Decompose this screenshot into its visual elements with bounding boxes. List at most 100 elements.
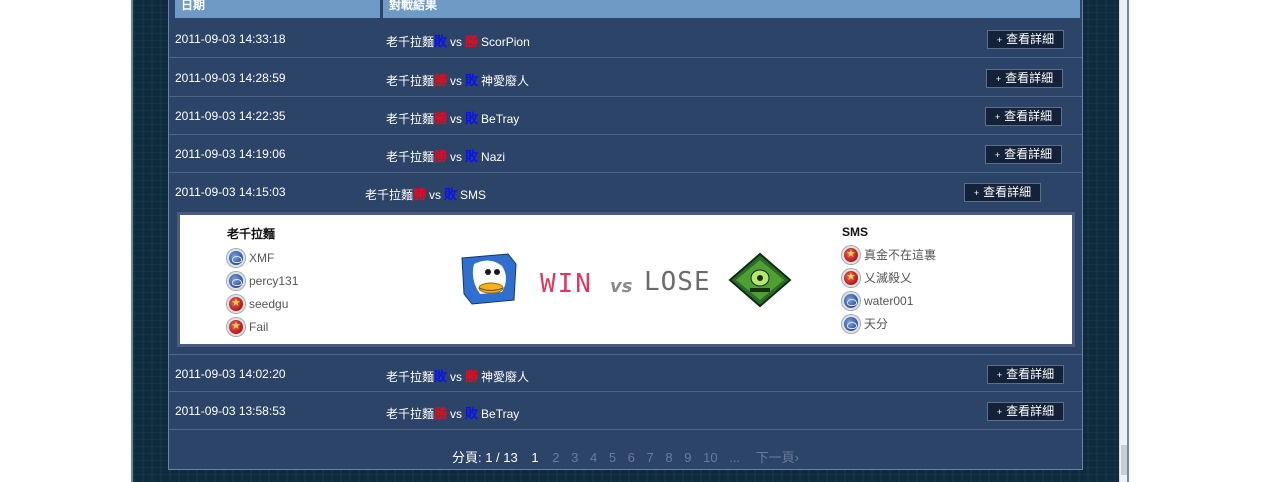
opponent-name: BeTray <box>481 112 520 126</box>
match-result: 老千拉麵勝 vs 敗 BeTray <box>386 108 519 127</box>
player-name: 老千拉麵 <box>386 74 435 88</box>
win-label: WIN <box>540 269 593 299</box>
opponent-result-mark: 勝 <box>465 369 479 384</box>
player-name[interactable]: 乂滅殺乂 <box>864 269 912 286</box>
opponent-name: ScorPion <box>481 35 530 49</box>
red-faction-icon <box>227 317 245 336</box>
pagination-label: 分頁: <box>451 450 482 465</box>
view-details-button[interactable]: + 查看詳細 <box>985 145 1062 164</box>
player-result-mark: 勝 <box>434 149 448 164</box>
player-name[interactable]: XMF <box>249 251 274 265</box>
red-faction-icon <box>842 268 860 287</box>
left-team-name: 老千拉麵 <box>227 227 276 241</box>
player-name[interactable]: seedgu <box>249 297 288 311</box>
player-result-mark: 勝 <box>434 73 448 88</box>
lose-label: LOSE <box>644 267 711 297</box>
table-row: 2011-09-03 14:33:18 老千拉麵敗 vs 勝 ScorPion + 查看… <box>169 20 1082 58</box>
match-date: 2011-09-03 14:33:18 <box>175 32 286 46</box>
vs-banner-label: vs <box>610 276 633 297</box>
view-details-button[interactable]: + 查看詳細 <box>987 402 1064 421</box>
match-date: 2011-09-03 14:02:20 <box>175 367 286 381</box>
vs-label: vs <box>450 112 463 126</box>
blue-faction-icon <box>842 314 860 333</box>
opponent-result-mark: 敗 <box>444 187 458 202</box>
view-details-button[interactable]: + 查看詳細 <box>987 30 1064 49</box>
match-date: 2011-09-03 14:19:06 <box>175 147 286 161</box>
vertical-scrollbar[interactable] <box>1119 0 1127 482</box>
page-link[interactable]: 4 <box>590 450 597 465</box>
player-name[interactable]: Fail <box>249 320 268 334</box>
match-date: 2011-09-03 13:58:53 <box>175 404 286 418</box>
player-name: 老千拉麵 <box>386 150 435 164</box>
player-result-mark: 勝 <box>413 187 427 202</box>
table-row: 2011-09-03 14:28:59 老千拉麵勝 vs 敗神愛廢人 + 查看詳細 <box>169 59 1082 97</box>
header-result: 對戰結果 <box>383 0 1080 18</box>
left-team-logo-icon <box>461 253 517 305</box>
next-page-link[interactable]: 下一頁› <box>756 450 799 465</box>
team-player: 乂滅殺乂 <box>842 266 936 289</box>
table-row: 2011-09-03 14:22:35 老千拉麵勝 vs 敗 BeTray + 查看詳細 <box>169 97 1082 135</box>
view-details-button[interactable]: + 查看詳細 <box>986 69 1063 88</box>
view-details-button[interactable]: + 查看詳細 <box>987 365 1064 384</box>
player-name[interactable]: water001 <box>864 294 913 308</box>
match-result-banner: WIN vs LOSE <box>461 252 792 308</box>
match-result: 老千拉麵敗 vs 勝神愛廢人 <box>386 366 529 385</box>
page-link[interactable]: 5 <box>609 450 616 465</box>
team-player: Fail <box>227 315 298 338</box>
plus-icon: + <box>973 188 980 198</box>
page-ellipsis: ... <box>729 450 741 465</box>
page-link[interactable]: 6 <box>628 450 635 465</box>
opponent-name: BeTray <box>481 407 520 421</box>
plus-icon: + <box>996 35 1003 45</box>
player-name[interactable]: 真金不在這裏 <box>864 246 936 263</box>
player-name: 老千拉麵 <box>365 188 414 202</box>
match-result: 老千拉麵勝 vs 敗 BeTray <box>386 403 519 422</box>
opponent-result-mark: 敗 <box>465 111 479 126</box>
blue-faction-icon <box>842 291 860 310</box>
match-date: 2011-09-03 14:15:03 <box>175 185 286 199</box>
team-player: 真金不在這裏 <box>842 243 936 266</box>
scrollbar-thumb[interactable] <box>1121 445 1127 475</box>
header-date: 日期 <box>175 0 380 18</box>
page-link[interactable]: 9 <box>684 450 691 465</box>
view-details-label: 查看詳細 <box>1006 32 1055 46</box>
pagination: 分頁: 1 / 13 1 2 3 4 5 6 7 8 9 10 ... 下一頁› <box>169 447 1082 466</box>
plus-icon: + <box>996 407 1003 417</box>
view-details-label: 查看詳細 <box>983 185 1032 199</box>
match-detail-card: 老千拉麵 XMF percy131 seedgu Fail WIN vs LOS… <box>177 212 1075 347</box>
team-player: water001 <box>842 289 936 312</box>
team-player: 天分 <box>842 312 936 335</box>
player-name[interactable]: 天分 <box>864 315 888 332</box>
opponent-result-mark: 敗 <box>465 406 479 421</box>
table-header: 日期 對戰結果 <box>169 0 1082 18</box>
match-date: 2011-09-03 14:22:35 <box>175 109 286 123</box>
opponent-name: SMS <box>460 188 487 202</box>
right-team-name: SMS <box>842 225 869 239</box>
vs-label: vs <box>450 407 463 421</box>
page-link[interactable]: 7 <box>647 450 654 465</box>
opponent-name: 神愛廢人 <box>481 74 530 88</box>
table-row-expanded: 2011-09-03 14:15:03 老千拉麵勝 vs 敗 SMS + 查看詳細 <box>169 173 1082 211</box>
blue-faction-icon <box>227 248 245 267</box>
player-name: 老千拉麵 <box>386 112 435 126</box>
view-details-label: 查看詳細 <box>1006 404 1055 418</box>
opponent-result-mark: 敗 <box>465 73 479 88</box>
page-link[interactable]: 8 <box>665 450 672 465</box>
page-link[interactable]: 3 <box>571 450 578 465</box>
player-name[interactable]: percy131 <box>249 274 298 288</box>
plus-icon: + <box>994 150 1001 160</box>
plus-icon: + <box>995 74 1002 84</box>
vs-label: vs <box>450 370 463 384</box>
player-name: 老千拉麵 <box>386 370 435 384</box>
match-result: 老千拉麵敗 vs 勝 ScorPion <box>386 31 530 50</box>
view-details-label: 查看詳細 <box>1006 367 1055 381</box>
view-details-button[interactable]: + 查看詳細 <box>964 183 1041 202</box>
page-link[interactable]: 2 <box>552 450 559 465</box>
player-result-mark: 敗 <box>434 369 448 384</box>
player-result-mark: 勝 <box>434 111 448 126</box>
page-link[interactable]: 10 <box>703 450 717 465</box>
table-row: 2011-09-03 14:02:20 老千拉麵敗 vs 勝神愛廢人 + 查看詳細 <box>169 354 1082 392</box>
blue-faction-icon <box>227 271 245 290</box>
view-details-button[interactable]: + 查看詳細 <box>985 107 1062 126</box>
opponent-name: 神愛廢人 <box>481 370 530 384</box>
